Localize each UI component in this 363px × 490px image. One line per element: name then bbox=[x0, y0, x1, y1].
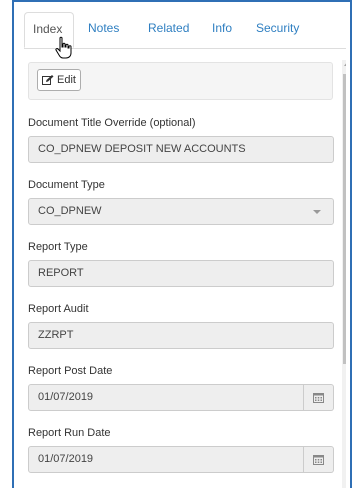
report-type-input[interactable]: REPORT bbox=[28, 260, 334, 287]
report-type-label: Report Type bbox=[28, 241, 88, 253]
edit-button[interactable]: Edit bbox=[37, 69, 81, 91]
document-type-select[interactable]: CO_DPNEW bbox=[28, 198, 334, 225]
report-audit-input[interactable]: ZZRPT bbox=[28, 322, 334, 349]
document-type-value: CO_DPNEW bbox=[38, 205, 102, 217]
title-override-label: Document Title Override (optional) bbox=[28, 117, 196, 129]
report-run-date-input[interactable]: 01/07/2019 bbox=[28, 446, 304, 473]
report-run-date-calendar-button[interactable] bbox=[304, 446, 334, 473]
tab-security-label: Security bbox=[256, 21, 300, 35]
tab-info-label: Info bbox=[212, 21, 233, 35]
tab-info[interactable]: Info bbox=[212, 12, 232, 47]
chevron-down-icon bbox=[313, 210, 321, 214]
title-override-input[interactable]: CO_DPNEW DEPOSIT NEW ACCOUNTS bbox=[28, 136, 334, 163]
hand-cursor-icon bbox=[55, 36, 72, 59]
tab-bar: Index Notes Related Info Security bbox=[24, 12, 346, 59]
tab-related-label: Related bbox=[148, 21, 190, 35]
tab-index-label: Index bbox=[33, 22, 63, 36]
index-panel: Edit Document Title Override (optional) … bbox=[24, 58, 346, 490]
edit-icon bbox=[42, 74, 54, 85]
document-panel-frame: Index Notes Related Info Security Edit D… bbox=[12, 0, 352, 488]
calendar-icon bbox=[313, 393, 324, 403]
edit-toolbar: Edit bbox=[28, 62, 333, 100]
scrollbar-thumb[interactable] bbox=[343, 74, 346, 364]
report-post-date-calendar-button[interactable] bbox=[304, 384, 334, 411]
report-run-date-label: Report Run Date bbox=[28, 427, 111, 439]
tab-security[interactable]: Security bbox=[256, 12, 299, 47]
tab-notes[interactable]: Notes bbox=[88, 12, 119, 47]
scrollbar[interactable] bbox=[342, 60, 346, 488]
report-audit-label: Report Audit bbox=[28, 303, 89, 315]
calendar-icon bbox=[313, 455, 324, 465]
document-type-label: Document Type bbox=[28, 179, 105, 191]
tab-notes-label: Notes bbox=[88, 21, 120, 35]
scroll-up-icon[interactable] bbox=[344, 62, 346, 66]
report-post-date-label: Report Post Date bbox=[28, 365, 113, 377]
report-post-date-input[interactable]: 01/07/2019 bbox=[28, 384, 304, 411]
edit-button-label: Edit bbox=[57, 74, 76, 86]
tab-related[interactable]: Related bbox=[148, 12, 189, 47]
